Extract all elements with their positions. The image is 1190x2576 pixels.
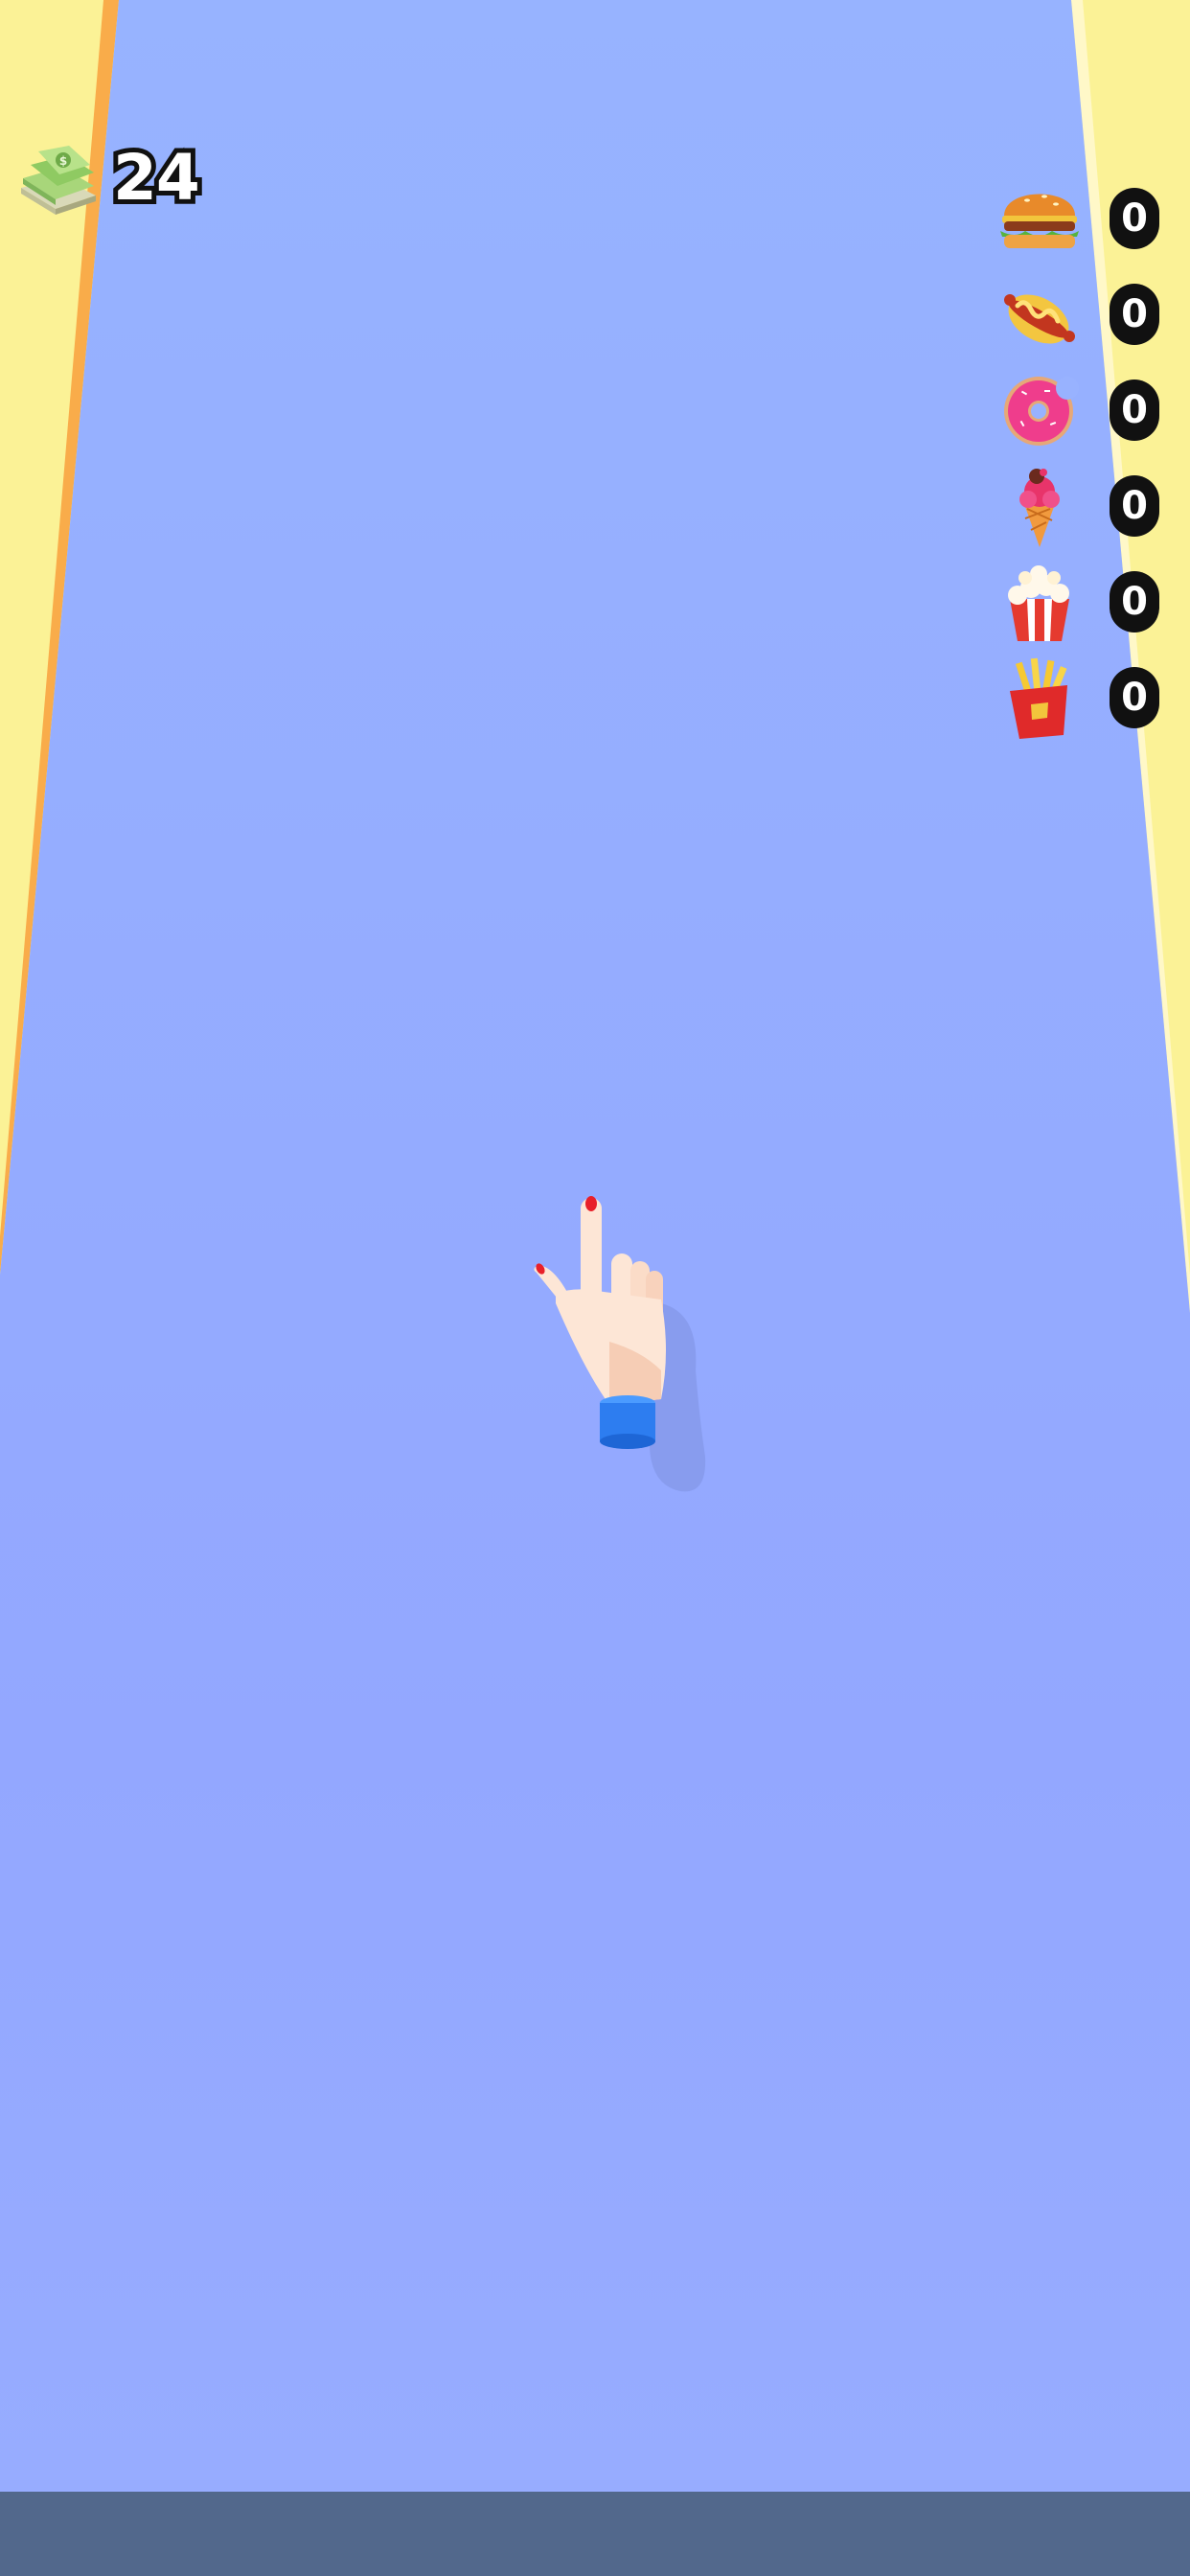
svg-text:$: $ (59, 154, 67, 168)
ice-cream-count: 0 (1121, 484, 1148, 528)
ice-cream-cone-icon (1019, 469, 1060, 547)
food-counter-donut: 0 (996, 362, 1188, 458)
food-counter-popcorn: 0 (996, 554, 1188, 650)
cash-stack-icon: $ (21, 146, 96, 215)
game-scene[interactable]: $ 24 0 0 0 0 0 0 (0, 0, 1190, 2576)
bottom-bar (0, 2492, 1190, 2576)
hotdog-icon (1004, 294, 1075, 344)
donut-icon (1004, 377, 1079, 446)
burger-count: 0 (1121, 196, 1148, 241)
pointing-hand-icon (534, 1196, 706, 1492)
french-fries-icon (1010, 657, 1067, 739)
donut-count-badge: 0 (1110, 380, 1159, 441)
burger-icon (1000, 194, 1079, 248)
hotdog-count: 0 (1121, 292, 1148, 336)
ice-cream-count-badge: 0 (1110, 475, 1159, 537)
food-counter-burger: 0 (996, 171, 1188, 266)
fries-count: 0 (1121, 676, 1148, 720)
food-counter-ice-cream: 0 (996, 458, 1188, 554)
popcorn-count: 0 (1121, 580, 1148, 624)
fries-count-badge: 0 (1110, 667, 1159, 728)
hotdog-count-badge: 0 (1110, 284, 1159, 345)
food-counter-fries: 0 (996, 650, 1188, 746)
money-counter: $ 24 (17, 129, 205, 225)
burger-count-badge: 0 (1110, 188, 1159, 249)
donut-count: 0 (1121, 388, 1148, 432)
money-value: 24 (108, 136, 205, 219)
popcorn-count-badge: 0 (1110, 571, 1159, 632)
popcorn-icon (1008, 565, 1069, 641)
food-counter-hotdog: 0 (996, 266, 1188, 362)
food-counter-list: 0 0 0 0 0 0 (996, 171, 1188, 746)
